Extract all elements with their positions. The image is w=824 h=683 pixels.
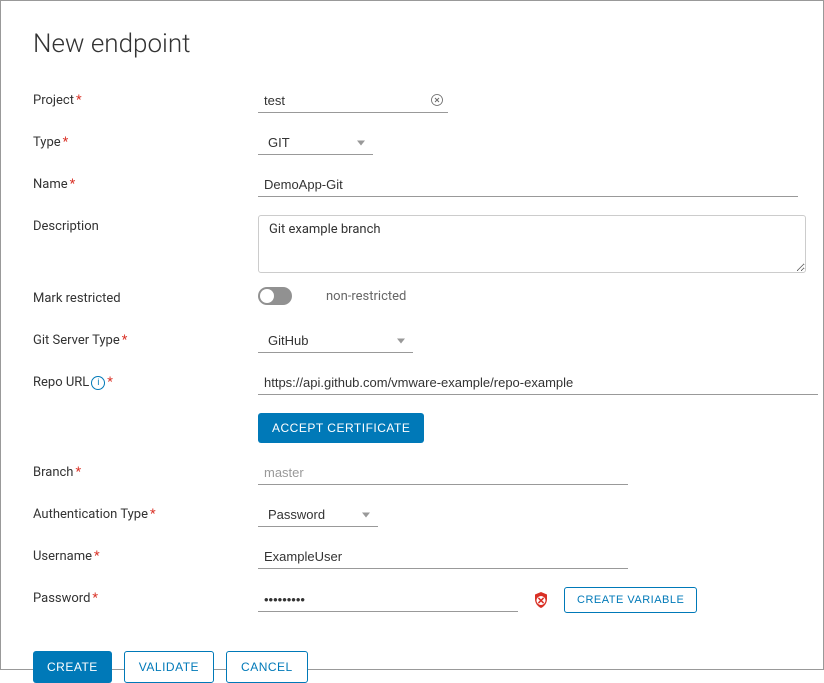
username-input[interactable] [258, 545, 628, 569]
validate-button[interactable]: Validate [124, 651, 214, 683]
label-repo-url: Repo URLi* [33, 371, 258, 390]
cancel-button[interactable]: Cancel [226, 651, 308, 683]
row-auth-type: Authentication Type* Password [33, 503, 791, 531]
label-auth-type: Authentication Type* [33, 503, 258, 522]
dialog-title: New endpoint [33, 29, 791, 59]
row-password: Password* Create Variable [33, 587, 791, 615]
label-type: Type* [33, 131, 258, 150]
required-indicator: * [76, 93, 82, 108]
required-indicator: * [150, 507, 156, 522]
create-variable-button[interactable]: Create Variable [564, 587, 697, 613]
row-repo-url: Repo URLi* [33, 371, 791, 399]
clear-icon[interactable] [430, 93, 444, 107]
required-indicator: * [107, 375, 113, 390]
restricted-toggle-label: non-restricted [326, 289, 406, 304]
row-username: Username* [33, 545, 791, 573]
auth-type-select[interactable]: Password [258, 503, 378, 527]
description-textarea[interactable] [258, 215, 806, 273]
new-endpoint-dialog: New endpoint Project* Type* GIT [0, 0, 824, 670]
project-input[interactable] [258, 89, 448, 113]
required-indicator: * [92, 591, 98, 606]
required-indicator: * [94, 549, 100, 564]
row-branch: Branch* [33, 461, 791, 489]
name-input[interactable] [258, 173, 798, 197]
shield-warning-icon [532, 591, 550, 609]
required-indicator: * [75, 465, 81, 480]
row-type: Type* GIT [33, 131, 791, 159]
label-username: Username* [33, 545, 258, 564]
accept-certificate-button[interactable]: Accept Certificate [258, 413, 424, 443]
branch-input[interactable] [258, 461, 628, 485]
label-mark-restricted: Mark restricted [33, 287, 258, 306]
row-git-server-type: Git Server Type* GitHub [33, 329, 791, 357]
row-accept-certificate: Accept Certificate [33, 413, 791, 443]
row-mark-restricted: Mark restricted non-restricted [33, 287, 791, 315]
row-description: Description [33, 215, 791, 273]
label-description: Description [33, 215, 258, 234]
row-project: Project* [33, 89, 791, 117]
info-icon[interactable]: i [91, 376, 105, 390]
restricted-toggle[interactable] [258, 287, 292, 305]
label-branch: Branch* [33, 461, 258, 480]
password-input[interactable] [258, 588, 518, 612]
label-name: Name* [33, 173, 258, 192]
label-project: Project* [33, 89, 258, 108]
required-indicator: * [70, 177, 76, 192]
action-bar: Create Validate Cancel [33, 651, 791, 683]
required-indicator: * [63, 135, 69, 150]
create-button[interactable]: Create [33, 651, 112, 683]
label-password: Password* [33, 587, 258, 606]
git-server-type-select[interactable]: GitHub [258, 329, 413, 353]
row-name: Name* [33, 173, 791, 201]
repo-url-input[interactable] [258, 371, 818, 395]
type-select[interactable]: GIT [258, 131, 373, 155]
label-git-server-type: Git Server Type* [33, 329, 258, 348]
required-indicator: * [122, 333, 128, 348]
